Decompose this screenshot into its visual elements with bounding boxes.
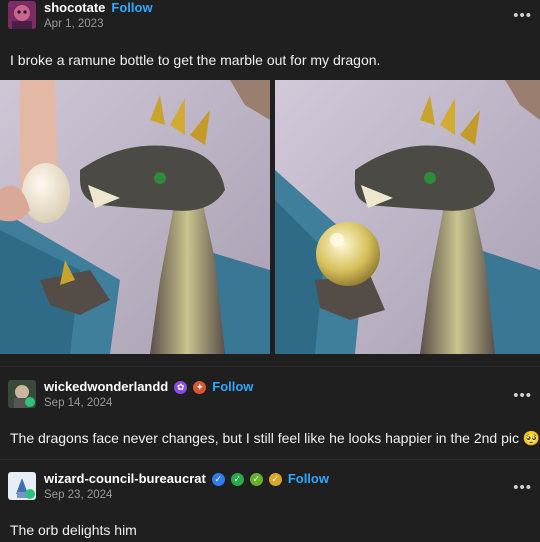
post-text: I broke a ramune bottle to get the marbl… [10,52,381,68]
avatar[interactable] [8,380,36,408]
reply-text: The orb delights him [10,522,137,538]
green-check-badge-icon: ✓ [230,472,244,486]
dragon-photo-2[interactable] [275,80,540,354]
follow-button[interactable]: Follow [212,379,253,395]
post-header: shocotate Follow Apr 1, 2023 [8,0,153,31]
paw-badge-icon: ✦ [193,380,207,394]
purple-flower-badge-icon: ✿ [174,380,188,394]
yellow-check-badge-icon: ✓ [268,472,282,486]
more-options-icon[interactable]: ••• [513,388,532,403]
reply-date[interactable]: Sep 14, 2024 [44,397,253,410]
reply-header: wizard-council-bureaucrat ✓ ✓ ✓ ✓ Follow… [8,471,329,502]
dragon-photo-1[interactable] [0,80,270,354]
post-date[interactable]: Apr 1, 2023 [44,18,153,31]
blue-check-badge-icon: ✓ [211,472,225,486]
follow-button[interactable]: Follow [288,471,329,487]
reply-header: wickedwonderlandd ✿ ✦ Follow Sep 14, 202… [8,379,253,410]
reply-date[interactable]: Sep 23, 2024 [44,489,329,502]
avatar[interactable] [8,472,36,500]
divider [0,459,540,460]
green-check-badge-icon: ✓ [249,472,263,486]
follow-button[interactable]: Follow [111,0,152,16]
author-name[interactable]: wickedwonderlandd [44,379,168,395]
divider [0,366,540,367]
more-options-icon[interactable]: ••• [513,8,532,23]
author-name[interactable]: shocotate [44,0,105,16]
reply-text: The dragons face never changes, but I st… [10,430,540,446]
more-options-icon[interactable]: ••• [513,480,532,495]
author-name[interactable]: wizard-council-bureaucrat [44,471,206,487]
avatar[interactable] [8,1,36,29]
